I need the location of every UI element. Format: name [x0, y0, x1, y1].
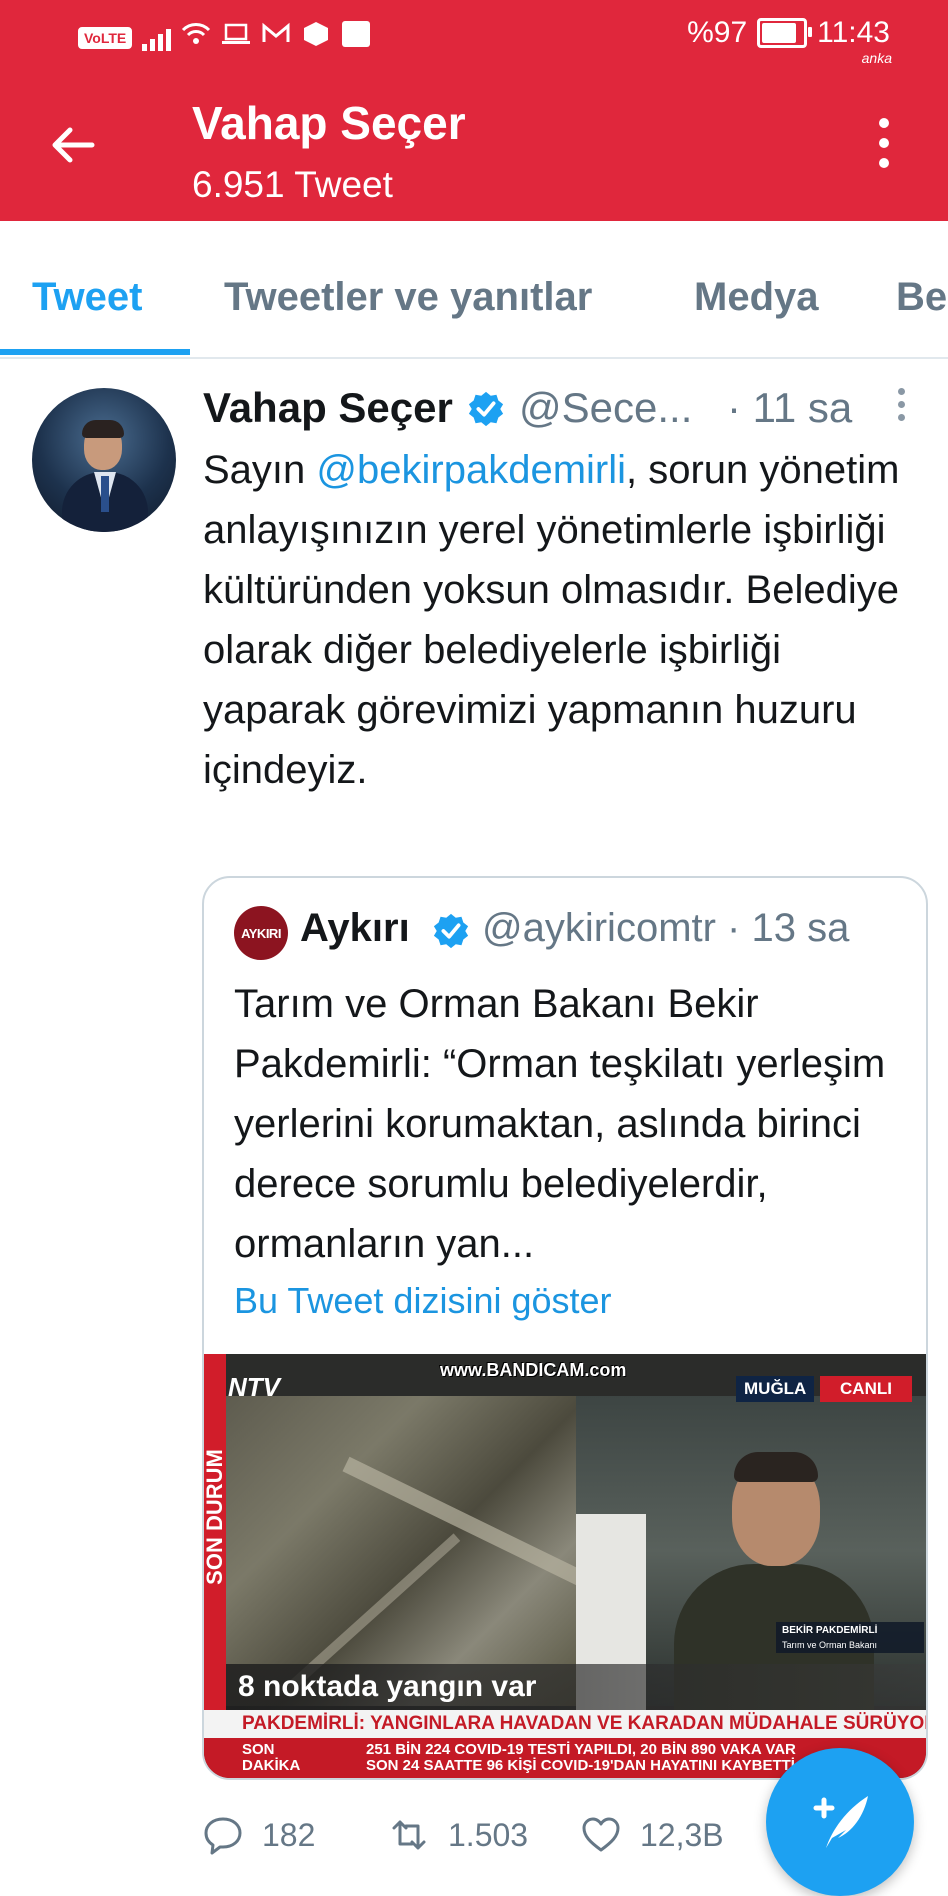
tweet-author-name[interactable]: Vahap Seçer [203, 384, 453, 432]
verified-badge-icon [468, 391, 504, 427]
profile-tabs: Tweet Tweetler ve yanıtlar Medya Be [0, 221, 948, 359]
show-thread-link[interactable]: Bu Tweet dizisini göster [234, 1280, 612, 1322]
quoted-tweet-card[interactable]: AYKIRI Aykırı @aykiricomtr · 13 sa Tarım… [202, 876, 928, 1780]
signal-icon [142, 25, 172, 51]
more-options-icon[interactable] [872, 118, 896, 178]
heart-icon [582, 1817, 620, 1852]
ticker-line-1: 251 BİN 224 COVID-19 TESTİ YAPILDI, 20 B… [366, 1741, 796, 1758]
app-notification-icon [301, 20, 331, 55]
tweet-author-handle[interactable]: @Sece... [519, 384, 692, 432]
tweet-count: 6.951 Tweet [192, 164, 393, 205]
breaking-label: SON DAKİKA [242, 1741, 301, 1774]
tweet-menu-icon[interactable] [895, 388, 907, 427]
compose-tweet-button[interactable] [766, 1748, 914, 1896]
status-left-icons: VoLTE [78, 20, 371, 55]
quoted-author-name: Aykırı [300, 906, 410, 950]
status-right: %97 11:43 [687, 16, 890, 50]
tweet-text: Sayın @bekirpakdemirli, sorun yönetim an… [203, 440, 923, 800]
tab-media[interactable]: Medya [694, 275, 819, 320]
tweet-text-prefix: Sayın [203, 448, 317, 492]
app-header: VoLTE %97 11:43 anka Vahap Seçer 6.951 T… [0, 0, 948, 221]
news-ticker-main: PAKDEMİRLİ: YANGINLARA HAVADAN VE KARADA… [204, 1710, 926, 1738]
nameplate-title: Tarım ve Orman Bakanı [782, 1640, 878, 1650]
quoted-tweet-header: Aykırı @aykiricomtr · 13 sa [300, 906, 920, 962]
mention-link[interactable]: @bekirpakdemirli [316, 448, 626, 492]
verified-badge-icon [433, 913, 469, 949]
avatar[interactable] [32, 388, 176, 532]
battery-percent: %97 [687, 16, 748, 49]
tab-tweet[interactable]: Tweet [32, 275, 142, 320]
retweet-count: 1.503 [448, 1816, 529, 1853]
battery-icon [757, 18, 813, 48]
quoted-author-handle: @aykiricomtr · 13 sa [482, 906, 850, 950]
volte-badge: VoLTE [78, 26, 133, 49]
active-tab-indicator [0, 349, 190, 355]
live-tag: CANLI [820, 1376, 912, 1402]
aerial-forest-image [226, 1396, 611, 1706]
recorder-watermark: www.BANDICAM.com [440, 1360, 627, 1380]
tab-tweets-and-replies[interactable]: Tweetler ve yanıtlar [224, 275, 592, 320]
ticker-line-2: SON 24 SAATTE 96 KİŞİ COVID-19'DAN HAYAT… [366, 1757, 795, 1774]
channel-logo: NTV [228, 1372, 280, 1402]
clock: 11:43 [817, 16, 890, 49]
lower-third-nameplate: BEKİR PAKDEMİRLİ Tarım ve Orman Bakanı [776, 1622, 924, 1653]
quoted-tweet-text: Tarım ve Orman Bakanı Bekir Pakdemirli: … [234, 982, 886, 1266]
nameplate-name: BEKİR PAKDEMİRLİ [782, 1625, 878, 1636]
news-app-icon [341, 20, 371, 55]
status-bar: VoLTE %97 11:43 anka [0, 0, 948, 70]
reply-count: 182 [262, 1816, 316, 1853]
compose-feather-icon [813, 1796, 868, 1848]
side-label: SON DURUM [204, 1449, 227, 1585]
reply-icon [204, 1817, 242, 1855]
tweet-timestamp[interactable]: · 11 sa [727, 384, 852, 432]
retweet-icon [392, 1820, 426, 1850]
covid-ticker: 251 BİN 224 COVID-19 TESTİ YAPILDI, 20 B… [366, 1742, 796, 1774]
tweet-text-body: , sorun yönetim anlayışınızın yerel yöne… [203, 448, 900, 792]
profile-name: Vahap Seçer [192, 97, 466, 149]
video-thumbnail[interactable]: SON DURUM NTV www.BANDICAM.com MUĞLA CAN… [204, 1354, 926, 1778]
location-tag: MUĞLA [736, 1376, 815, 1402]
tweet-header: Vahap Seçer @Sece... · 11 sa [203, 384, 923, 440]
tab-likes[interactable]: Be [896, 275, 947, 320]
like-count: 12,3B [640, 1816, 724, 1853]
like-button[interactable]: 12,3B [580, 1814, 724, 1856]
wifi-icon [181, 21, 211, 54]
back-arrow-icon[interactable] [48, 120, 98, 170]
mail-icon [261, 22, 291, 53]
retweet-button[interactable]: 1.503 [388, 1814, 528, 1856]
reply-button[interactable]: 182 [202, 1814, 315, 1856]
video-headline: 8 noktada yangın var [226, 1664, 926, 1710]
laptop-icon [221, 22, 251, 53]
quoted-avatar: AYKIRI [234, 906, 288, 960]
broadcaster-watermark: anka [861, 50, 892, 66]
